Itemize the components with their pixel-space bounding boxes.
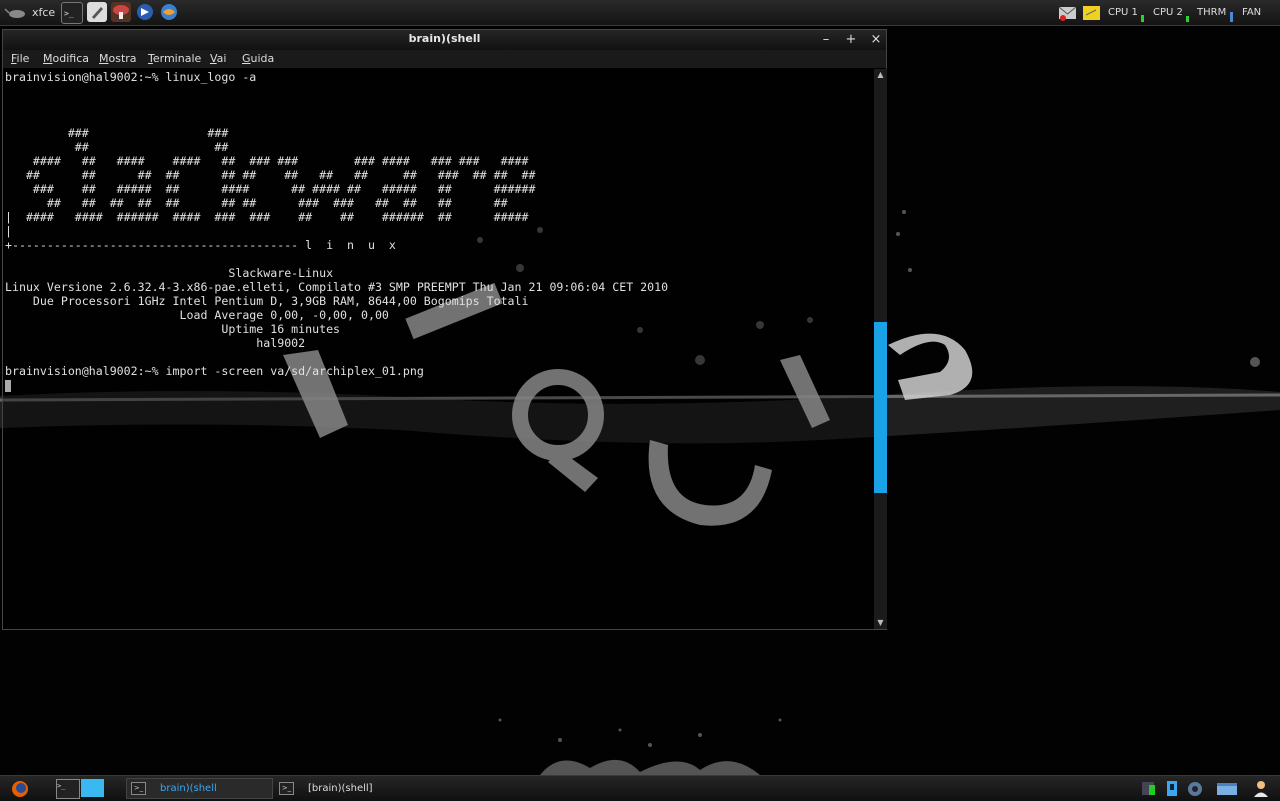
user-icon[interactable]	[1252, 780, 1270, 797]
terminal-line: +---------------------------------------…	[5, 238, 396, 252]
terminal-line: Slackware-Linux	[5, 266, 334, 280]
terminal-line: ### ###	[5, 126, 229, 140]
cpu2-label: CPU 2	[1153, 7, 1183, 18]
window-titlebar[interactable]: brain)(shell – + ×	[3, 30, 886, 51]
top-panel: xfce >_ CPU 1 CPU 2 THRM FAN	[0, 0, 1280, 26]
terminal-icon[interactable]: >_	[61, 2, 83, 24]
workspace-1[interactable]: >_	[56, 779, 80, 799]
settings-icon[interactable]	[1186, 780, 1204, 797]
menu-file[interactable]: File	[11, 52, 29, 65]
terminal-line: brainvision@hal9002:~% linux_logo -a	[5, 70, 257, 84]
cpu1-label: CPU 1	[1108, 7, 1138, 18]
window-title: brain)(shell	[408, 32, 481, 45]
desktop-icon[interactable]	[1216, 780, 1238, 797]
thermal-label: THRM	[1197, 7, 1227, 18]
bottom-panel: >_ >_ brain)(shell >_ [brain)(shell]	[0, 775, 1280, 801]
taskbar-item-terminal[interactable]: >_ [brain)(shell]	[275, 778, 435, 799]
terminal-line: ## ##	[5, 140, 229, 154]
text-editor-icon[interactable]	[87, 2, 107, 22]
menu-mostra[interactable]: Mostra	[99, 52, 137, 65]
menu-terminale[interactable]: Terminale	[148, 52, 201, 65]
terminal-line: Load Average 0,00, -0,00, 0,00	[5, 308, 389, 322]
taskbar-item-terminal-active[interactable]: >_ brain)(shell	[126, 778, 273, 799]
terminal-icon: >_	[131, 782, 146, 795]
menu-guida[interactable]: Guida	[242, 52, 274, 65]
terminal-scrollbar[interactable]: ▲ ▼	[874, 69, 887, 629]
fan-monitor: FAN	[1242, 0, 1261, 25]
scroll-up-arrow[interactable]: ▲	[874, 69, 887, 81]
menubar: File Modifica Mostra Terminale Vai Guida	[3, 50, 886, 68]
cpu2-bar	[1186, 16, 1189, 22]
terminal-line: Linux Versione 2.6.32.4-3.x86-pae.elleti…	[5, 280, 669, 294]
terminal-line: |	[5, 224, 12, 238]
cpu2-monitor: CPU 2	[1153, 0, 1183, 25]
menu-vai[interactable]: Vai	[210, 52, 226, 65]
xfce-menu-button[interactable]: xfce	[4, 0, 55, 25]
usb-icon[interactable]	[1164, 780, 1180, 797]
cpu1-monitor: CPU 1	[1108, 0, 1138, 25]
task-label: [brain)(shell]	[308, 783, 373, 794]
task-label: brain)(shell	[160, 783, 217, 794]
terminal-line: Uptime 16 minutes	[5, 322, 341, 336]
xfce-menu-label: xfce	[32, 6, 56, 19]
terminal-line: #### ## #### #### ## ### ### ### #### ##…	[5, 154, 529, 168]
terminal-cursor	[5, 379, 11, 392]
cpu1-bar	[1141, 15, 1144, 22]
mushroom-app-icon[interactable]	[111, 2, 131, 22]
terminal-line: hal9002	[5, 336, 306, 350]
terminal-line	[5, 378, 872, 392]
thermal-bar	[1230, 12, 1233, 22]
fan-label: FAN	[1242, 7, 1262, 18]
firefox-icon[interactable]	[9, 779, 31, 798]
mail-icon[interactable]	[1058, 0, 1078, 25]
notes-icon[interactable]	[1082, 0, 1102, 25]
xfce-mouse-icon	[4, 7, 25, 18]
minimize-button[interactable]: –	[817, 31, 835, 49]
terminal-output[interactable]: brainvision@hal9002:~% linux_logo -a ###…	[4, 69, 872, 629]
thunderbird-icon[interactable]	[159, 2, 179, 22]
terminal-line: ## ## ## ## ## ## ## ### ### ## ## ## ##	[5, 196, 508, 210]
terminal-icon: >_	[279, 782, 294, 795]
workspace-2[interactable]	[81, 779, 104, 797]
scroll-thumb[interactable]	[874, 321, 887, 494]
terminal-window: brain)(shell – + × File Modifica Mostra …	[2, 29, 887, 630]
thermal-monitor: THRM	[1197, 0, 1226, 25]
terminal-line: Due Processori 1GHz Intel Pentium D, 3,9…	[5, 294, 529, 308]
menu-modifica[interactable]: Modifica	[43, 52, 89, 65]
terminal-line: brainvision@hal9002:~% import -screen va…	[5, 364, 424, 378]
maximize-button[interactable]: +	[842, 31, 860, 49]
close-button[interactable]: ×	[867, 31, 885, 49]
terminal-line: ### ## ##### ## #### ## #### ## ##### ##…	[5, 182, 536, 196]
terminal-line: ## ## ## ## ## ## ## ## ## ## ### ## ## …	[5, 168, 536, 182]
terminal-line: | #### #### ###### #### ### ### ## ## ##…	[5, 210, 529, 224]
network-icon[interactable]	[1141, 780, 1157, 797]
scroll-down-arrow[interactable]: ▼	[874, 617, 887, 629]
browser-icon[interactable]	[135, 2, 155, 22]
